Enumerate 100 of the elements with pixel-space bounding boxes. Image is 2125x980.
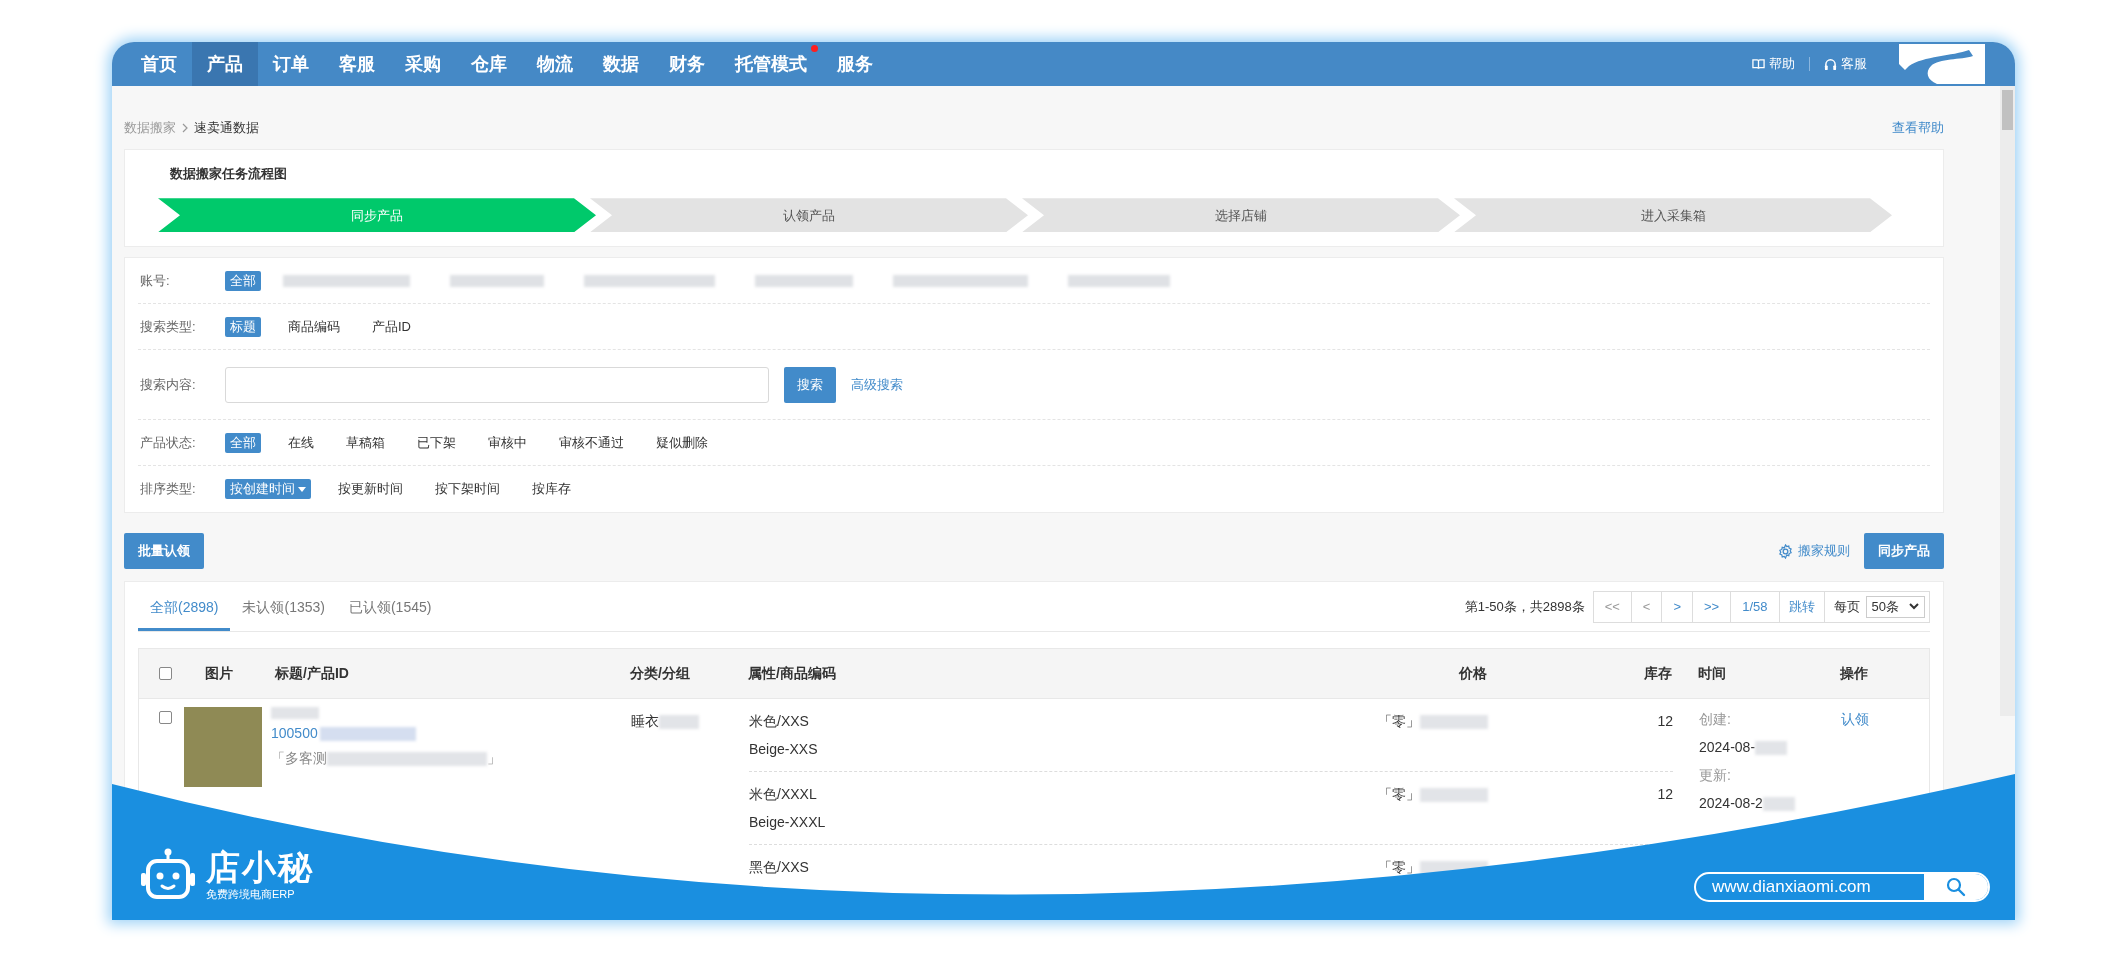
variant-attribute: 黑色/XXS	[749, 858, 810, 877]
product-note: 「多客测	[271, 749, 327, 768]
category-text: 睡衣	[631, 712, 659, 731]
filter-label: 排序类型:	[139, 480, 197, 499]
stock-count: 12	[1657, 786, 1673, 802]
help-link[interactable]: 查看帮助	[1892, 117, 1944, 138]
nav-tab[interactable]: 订单	[258, 42, 324, 86]
flow-step: 进入采集箱	[1454, 198, 1892, 233]
search-icon	[1946, 877, 1966, 897]
breadcrumb-item[interactable]: 数据搬家	[124, 117, 176, 138]
headset-icon	[1824, 57, 1837, 71]
filter-option[interactable]: 审核不通过	[554, 432, 629, 453]
filter-option[interactable]: 已下架	[412, 432, 461, 453]
filter-option[interactable]: 按更新时间	[333, 479, 408, 499]
flow-step: 同步产品	[158, 198, 596, 233]
filter-option[interactable]: 草稿箱	[341, 432, 390, 453]
nav-tab[interactable]: 采购	[390, 42, 456, 86]
advanced-search-link[interactable]: 高级搜索	[851, 374, 903, 395]
per-page-label: 每页	[1832, 597, 1861, 616]
jump-link[interactable]: 跳转	[1779, 591, 1825, 622]
blurred-text	[1762, 796, 1795, 811]
row-checkbox[interactable]	[159, 711, 172, 724]
filter-label: 搜索内容:	[139, 375, 197, 394]
nav-tab[interactable]: 财务	[654, 42, 720, 86]
help-link[interactable]: 帮助	[1769, 54, 1795, 74]
page-indicator: 1/58	[1731, 591, 1780, 622]
filter-option[interactable]: 按库存	[527, 479, 576, 499]
nav-tab[interactable]: 物流	[522, 42, 588, 86]
variant-code: Beige-XXS	[749, 740, 819, 759]
stock-count: 12	[1657, 713, 1673, 729]
pagination-summary: 第1-50条，共2898条	[1464, 597, 1585, 616]
filter-option[interactable]: 在线	[283, 432, 319, 453]
blurred-text	[1420, 787, 1488, 802]
nav-tab[interactable]: 托管模式	[720, 42, 822, 86]
price-text: 「零」	[1378, 712, 1420, 731]
nav-tab[interactable]: 首页	[126, 42, 192, 86]
filter-option[interactable]: 审核中	[483, 432, 532, 453]
settings-icon	[1778, 543, 1793, 559]
nav-tab[interactable]: 仓库	[456, 42, 522, 86]
filter-option[interactable]: 商品编码	[283, 316, 345, 337]
filter-option[interactable]: 按下架时间	[430, 479, 505, 499]
variant-attribute: 米色/XXXL	[749, 785, 818, 804]
column-header: 操作	[1840, 664, 1868, 683]
timestamp: 2024-08-	[1699, 738, 1756, 757]
breadcrumb-item: 速卖通数据	[194, 118, 259, 137]
rules-link[interactable]: 搬家规则	[1798, 541, 1850, 561]
select-all-checkbox[interactable]	[159, 667, 172, 680]
page-button[interactable]: >	[1662, 591, 1694, 622]
column-header: 标题/产品ID	[275, 664, 350, 683]
search-field[interactable]	[225, 366, 769, 403]
product-id-link[interactable]: 100500	[271, 723, 318, 744]
support-link[interactable]: 客服	[1841, 54, 1867, 74]
batch-claim-button[interactable]: 批量认领	[124, 533, 204, 569]
time-label: 更新:	[1699, 766, 1732, 785]
chevron-down-icon	[1909, 603, 1919, 610]
book-icon	[1752, 58, 1765, 70]
column-header: 时间	[1698, 664, 1727, 683]
time-label: 创建:	[1699, 710, 1732, 729]
column-header: 库存	[1643, 664, 1672, 683]
tab[interactable]: 未认领(1353)	[230, 587, 337, 631]
blurred-text	[1755, 740, 1788, 755]
filter-option[interactable]: 标题	[225, 316, 261, 337]
page-button[interactable]: >>	[1693, 591, 1732, 622]
brand-name: 店小秘	[206, 847, 314, 886]
claim-link[interactable]: 认领	[1841, 709, 1869, 730]
flow-step: 选择店铺	[1022, 198, 1460, 233]
filter-label: 账号:	[139, 271, 171, 290]
flow-step: 认领产品	[590, 198, 1028, 233]
sync-products-button[interactable]: 同步产品	[1864, 533, 1944, 569]
tab[interactable]: 已认领(1545)	[336, 587, 444, 631]
filter-option[interactable]: 全部	[225, 270, 261, 291]
nav-tab[interactable]: 数据	[588, 42, 654, 86]
blurred-text	[271, 707, 319, 719]
url-search-box[interactable]: www.dianxiaomi.com	[1694, 872, 1990, 902]
variant-code: Beige-XXXL	[749, 813, 827, 832]
filter-option[interactable]: 产品ID	[367, 316, 416, 337]
variant-attribute: 米色/XXS	[749, 712, 810, 731]
price-text: 「零」	[1378, 785, 1420, 804]
robot-logo-icon	[140, 847, 196, 902]
caret-icon	[298, 486, 306, 492]
column-header: 图片	[205, 664, 234, 683]
column-header: 属性/商品编码	[748, 664, 837, 683]
filter-option[interactable]: 疑似删除	[651, 432, 713, 453]
price-text: 「零」	[1378, 858, 1420, 877]
per-page-select[interactable]: 50条	[1865, 595, 1925, 618]
timestamp: 2024-08-2	[1699, 794, 1763, 813]
filter-label: 搜索类型:	[139, 317, 197, 336]
filter-option[interactable]: 按创建时间	[225, 479, 311, 499]
search-button[interactable]: 搜索	[784, 366, 836, 403]
product-note: 」	[487, 749, 501, 768]
filter-option[interactable]: 全部	[225, 432, 261, 453]
column-header: 分类/分组	[630, 664, 691, 683]
blurred-text	[1420, 714, 1488, 729]
tab[interactable]: 全部(2898)	[138, 587, 231, 631]
nav-tab[interactable]: 产品	[192, 42, 258, 86]
nav-tab[interactable]: 客服	[324, 42, 390, 86]
filter-label: 产品状态:	[139, 433, 197, 452]
brand-tagline: 免费跨境电商ERP	[206, 886, 296, 902]
scrollbar[interactable]	[2000, 86, 2015, 716]
nav-tab[interactable]: 服务	[822, 42, 888, 86]
